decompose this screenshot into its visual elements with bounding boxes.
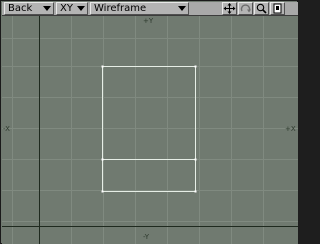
render-mode-label: Wireframe [94,3,147,14]
move-icon [223,3,236,14]
axis-label-bottom: -Y [143,233,149,241]
chevron-down-icon [43,6,51,11]
view-select-label: Back [8,3,33,14]
maximize-icon [273,3,282,14]
origin-axes [2,16,298,244]
chevron-down-icon [178,6,186,11]
move-view-button[interactable] [222,2,237,15]
viewport-grid [2,16,298,244]
view-select[interactable]: Back [4,2,54,15]
chevron-down-icon [77,6,85,11]
zoom-icon [256,3,267,14]
wireframe-viewport[interactable]: +Y -X +X -Y [2,16,298,244]
axis-label-top: +Y [143,17,154,25]
zoom-view-button[interactable] [254,2,269,15]
axis-label-left: -X [3,125,10,133]
viewport-toolbar: Back XY Wireframe [2,2,298,16]
axis-select-label: XY [60,3,73,14]
render-mode-select[interactable]: Wireframe [90,2,189,15]
maximize-view-button[interactable] [270,2,285,15]
axis-select[interactable]: XY [56,2,88,15]
rotate-view-button[interactable] [238,2,253,15]
viewport-window: Back XY Wireframe +Y -X +X -Y [0,0,298,244]
rotate-icon [240,4,251,13]
axis-label-right: +X [285,125,296,133]
